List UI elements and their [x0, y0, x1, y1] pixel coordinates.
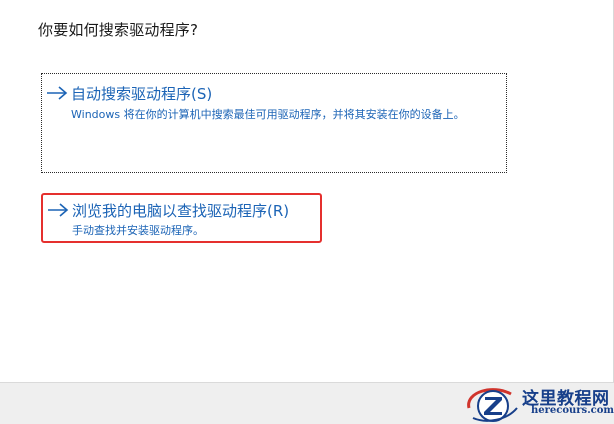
browse-computer-description: 手动查找并安装驱动程序。	[72, 224, 204, 237]
watermark-url: herecours.com	[531, 405, 614, 416]
dialog-question: 你要如何搜索驱动程序?	[38, 21, 199, 39]
browse-computer-title: 浏览我的电脑以查找驱动程序(R)	[72, 202, 290, 220]
site-watermark: 这里教程网 herecours.com	[463, 382, 614, 424]
auto-search-option[interactable]: 自动搜索驱动程序(S) Windows 将在你的计算机中搜索最佳可用驱动程序，并…	[41, 73, 507, 173]
auto-search-title: 自动搜索驱动程序(S)	[71, 85, 213, 103]
arrow-right-icon	[47, 86, 68, 100]
auto-search-description: Windows 将在你的计算机中搜索最佳可用驱动程序，并将其安装在你的设备上。	[71, 108, 465, 121]
browse-computer-option[interactable]: 浏览我的电脑以查找驱动程序(R) 手动查找并安装驱动程序。	[41, 193, 322, 243]
dialog-content: 你要如何搜索驱动程序? 自动搜索驱动程序(S) Windows 将在你的计算机中…	[0, 0, 614, 382]
watermark-logo-icon	[467, 388, 518, 422]
arrow-right-icon	[48, 203, 69, 217]
